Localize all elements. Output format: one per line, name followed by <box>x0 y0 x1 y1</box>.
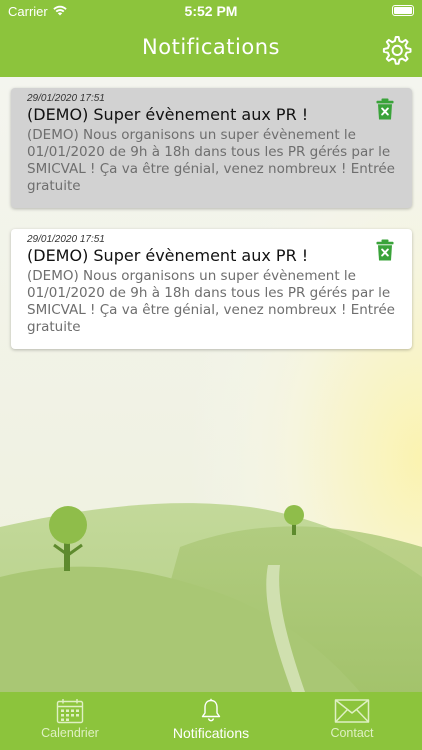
tab-calendrier[interactable]: Calendrier <box>0 692 140 750</box>
status-bar: Carrier 5:52 PM <box>0 0 422 22</box>
bell-icon <box>201 698 221 722</box>
trash-icon[interactable] <box>376 239 394 261</box>
notification-title: (DEMO) Super évènement aux PR ! <box>27 105 309 124</box>
notification-body: (DEMO) Nous organisons un super évènemen… <box>27 268 395 335</box>
envelope-icon <box>334 699 370 723</box>
status-time: 5:52 PM <box>184 3 238 19</box>
tab-label: Contact <box>330 726 374 740</box>
tab-label: Calendrier <box>41 726 99 740</box>
notification-body: (DEMO) Nous organisons un super évènemen… <box>27 127 395 194</box>
battery-icon <box>392 5 414 16</box>
page-title: Notifications <box>142 35 280 59</box>
notification-date: 29/01/2020 17:51 <box>27 93 105 104</box>
notification-card[interactable]: 29/01/2020 17:51 (DEMO) Super évènement … <box>11 229 412 349</box>
tab-notifications[interactable]: Notifications <box>141 692 281 750</box>
calendar-icon <box>56 699 84 724</box>
navigation-bar: Carrier 5:52 PM Notifications <box>0 0 422 77</box>
notification-title: (DEMO) Super évènement aux PR ! <box>27 246 309 265</box>
gear-icon[interactable] <box>379 33 413 67</box>
trash-icon[interactable] <box>376 98 394 120</box>
tab-bar: Calendrier Notifications Contact <box>0 692 422 750</box>
notification-date: 29/01/2020 17:51 <box>27 234 105 245</box>
tab-contact[interactable]: Contact <box>282 692 422 750</box>
notification-card[interactable]: 29/01/2020 17:51 (DEMO) Super évènement … <box>11 88 412 208</box>
tab-label: Notifications <box>172 725 250 741</box>
